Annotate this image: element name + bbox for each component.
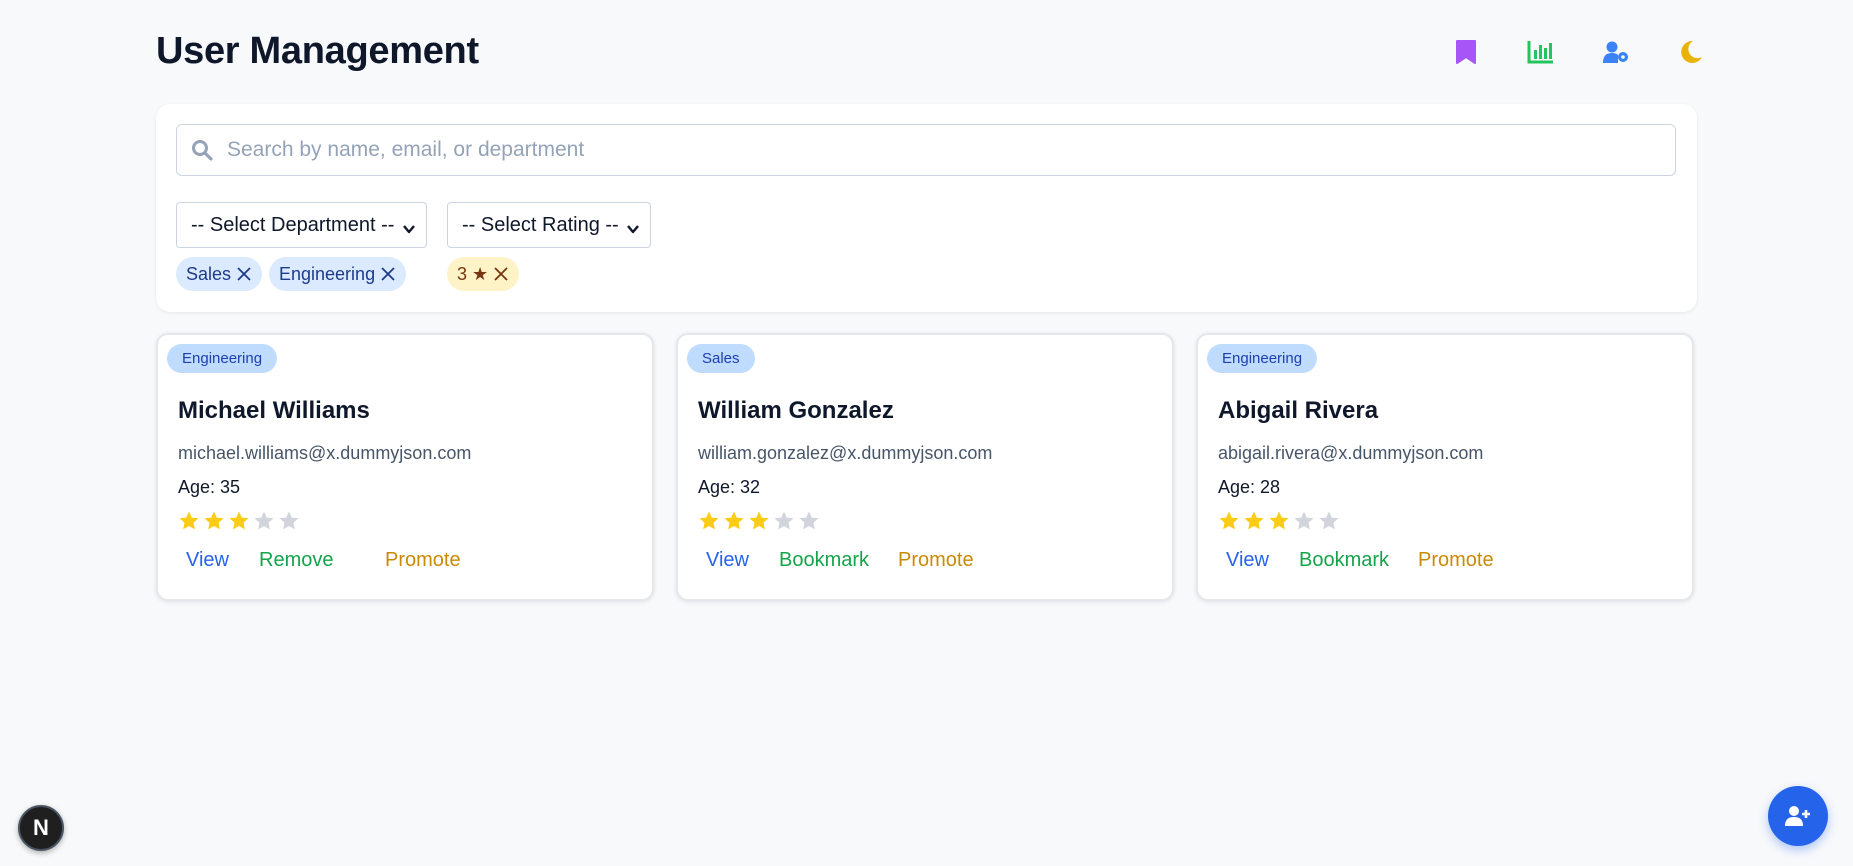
header: User Management [156,0,1702,104]
search-icon [191,139,213,161]
star-empty-icon [254,511,274,530]
page-container: User Management -- Select Department -- [156,0,1702,601]
close-icon[interactable] [380,266,396,282]
department-badge: Engineering [1207,344,1318,373]
user-age: Age: 32 [698,477,761,497]
chip-department-engineering[interactable]: Engineering [269,257,407,291]
star-filled-icon [204,511,224,530]
star-empty-icon [799,511,819,530]
chevron-down-icon [626,219,640,234]
star-rating [1218,510,1343,532]
star-filled-icon [179,511,199,530]
department-badge: Engineering [167,344,278,373]
chip-label: Sales [186,263,232,284]
user-email: abigail.rivera@x.dummyjson.com [1218,443,1484,463]
promote-button[interactable]: Promote [898,549,974,572]
user-name: Michael Williams [178,397,370,424]
star-filled-icon [749,511,769,530]
star-filled-icon [699,511,719,530]
star-filled-icon [1269,511,1289,530]
user-name: Abigail Rivera [1218,397,1379,424]
user-name: William Gonzalez [698,397,894,424]
user-settings-icon[interactable] [1600,36,1632,68]
user-email: michael.williams@x.dummyjson.com [178,443,472,463]
close-icon[interactable] [236,266,252,282]
remove-button[interactable]: Remove [259,549,333,572]
chip-department-sales[interactable]: Sales [176,257,263,291]
user-card: Engineering Abigail Rivera abigail.river… [1196,333,1694,601]
star-rating [178,510,303,532]
user-age: Age: 35 [178,477,241,497]
filter-panel: -- Select Department -- -- Select Rating… [156,104,1697,312]
star-rating [698,510,823,532]
promote-button[interactable]: Promote [1418,549,1494,572]
search-input[interactable] [227,125,1667,175]
department-select-value: -- Select Department -- [191,213,395,236]
user-card: Engineering Michael Williams michael.wil… [156,333,654,601]
view-button[interactable]: View [186,549,229,572]
star-filled-icon [724,511,744,530]
star-empty-icon [1294,511,1314,530]
search-box [176,124,1676,176]
close-icon[interactable] [493,266,509,282]
user-email: william.gonzalez@x.dummyjson.com [698,443,993,463]
chip-label: Engineering [279,263,376,284]
view-button[interactable]: View [1226,549,1269,572]
rating-select-value: -- Select Rating -- [462,213,619,236]
star-filled-icon [229,511,249,530]
chip-label: 3 ★ [457,263,489,284]
star-empty-icon [774,511,794,530]
chart-icon[interactable] [1525,36,1557,68]
moon-icon[interactable] [1675,36,1707,68]
bookmark-button[interactable]: Bookmark [1299,549,1389,572]
chevron-down-icon [402,219,416,234]
star-filled-icon [1244,511,1264,530]
star-empty-icon [1319,511,1339,530]
department-badge: Sales [687,344,755,373]
add-user-button[interactable] [1768,786,1828,846]
user-age: Age: 28 [1218,477,1281,497]
rating-select[interactable]: -- Select Rating -- [447,202,651,248]
chip-rating-3[interactable]: 3 ★ [447,257,520,291]
add-user-icon [1785,805,1811,827]
dev-tools-label: N [33,815,49,840]
star-empty-icon [279,511,299,530]
user-card: Sales William Gonzalez william.gonzalez@… [676,333,1174,601]
dev-tools-badge[interactable]: N [18,805,64,851]
page-title: User Management [156,30,479,72]
department-select[interactable]: -- Select Department -- [176,202,427,248]
star-filled-icon [1219,511,1239,530]
bookmark-button[interactable]: Bookmark [779,549,869,572]
view-button[interactable]: View [706,549,749,572]
bookmark-icon[interactable] [1450,36,1482,68]
promote-button[interactable]: Promote [385,549,461,572]
